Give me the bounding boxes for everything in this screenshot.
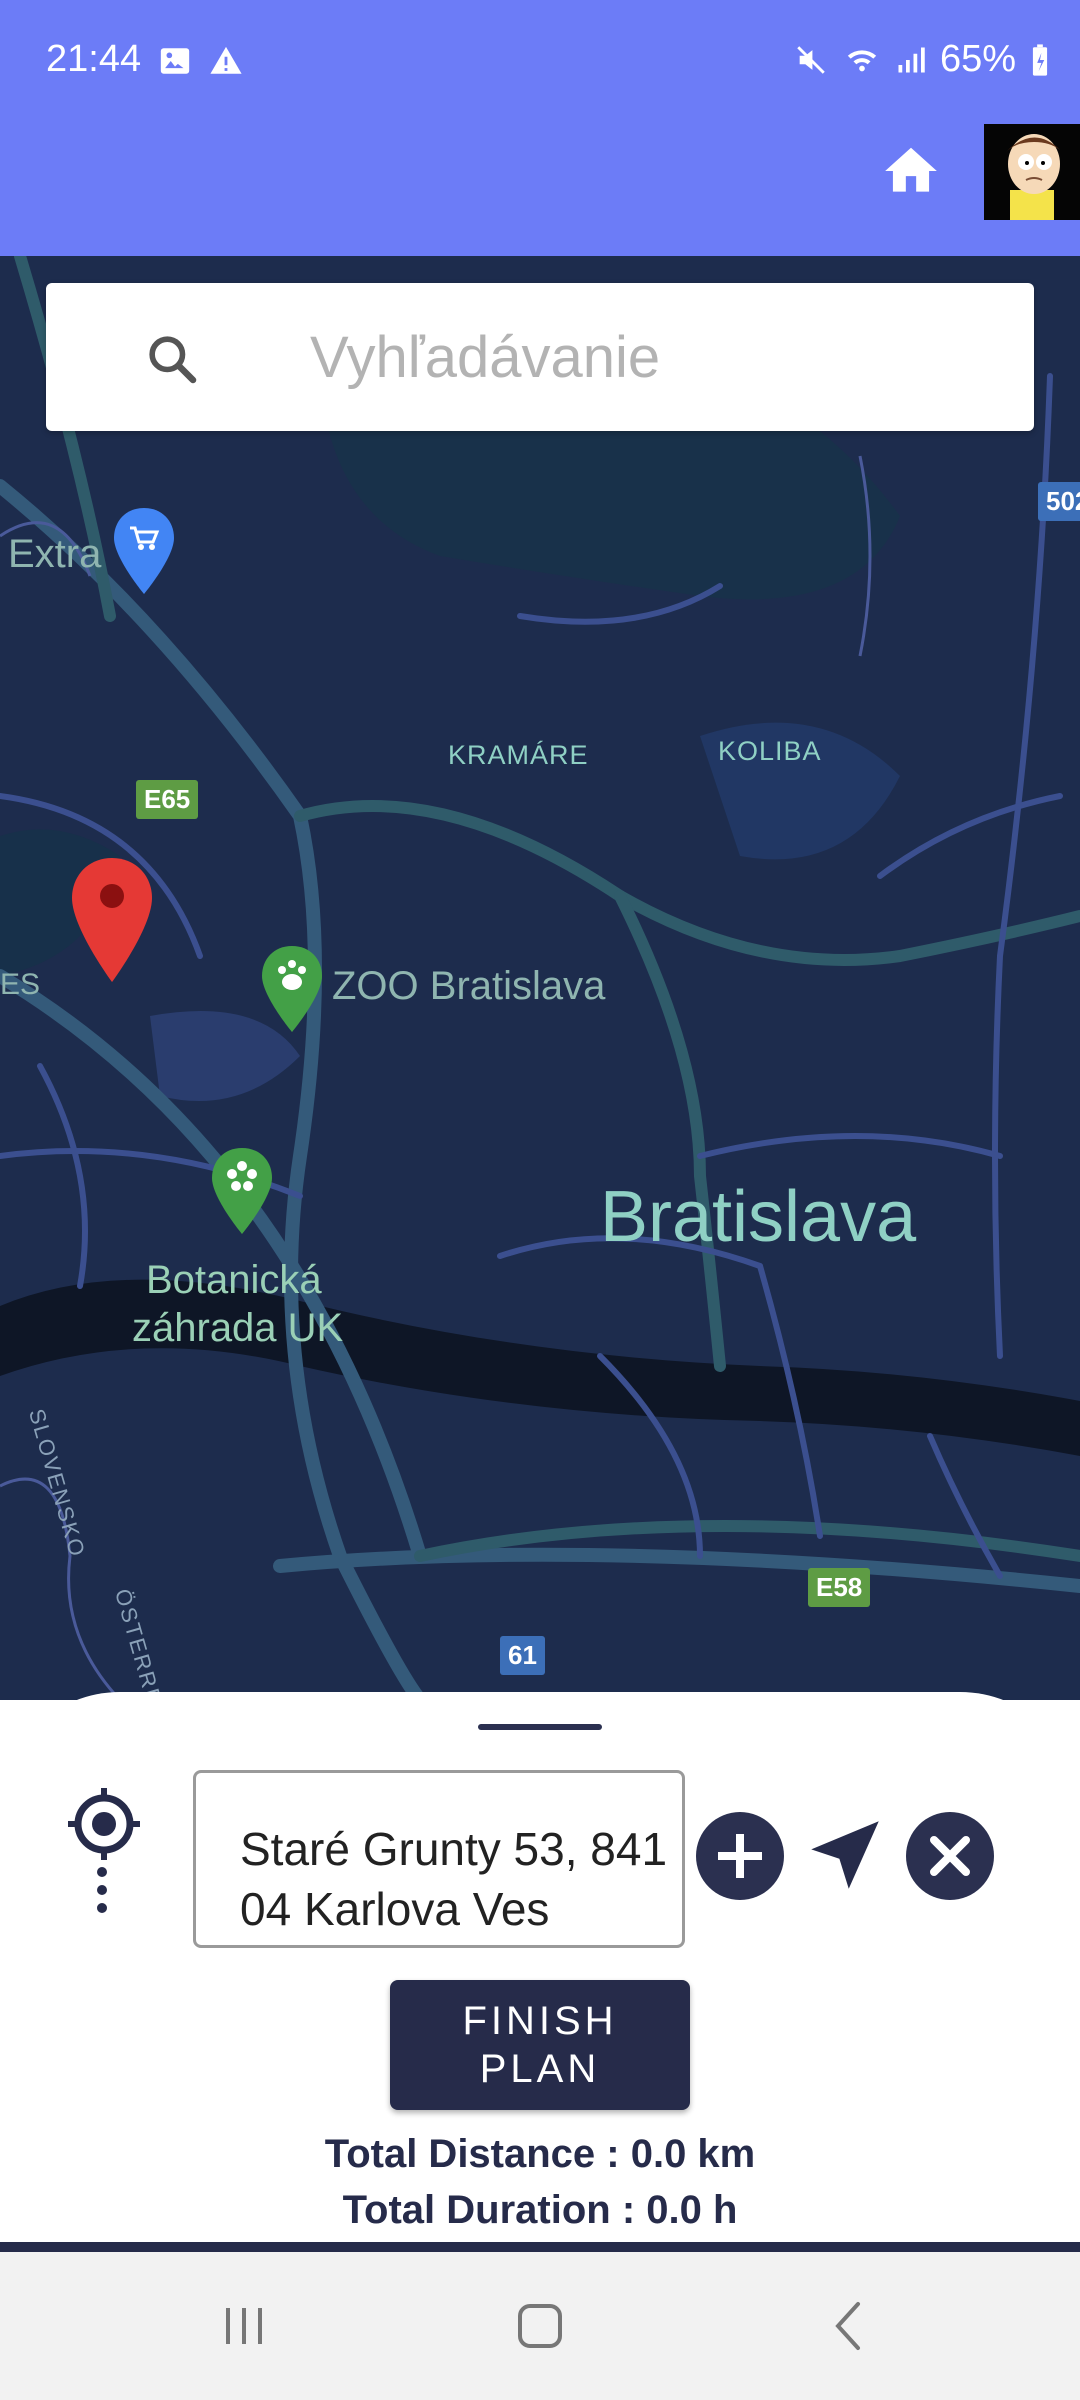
recent-apps-icon[interactable] <box>214 2296 274 2356</box>
waypoint-field[interactable]: Staré Grunty 53, 841 04 Karlova Ves <box>193 1770 685 1948</box>
search-input[interactable] <box>308 305 1008 409</box>
map-label-city: Bratislava <box>600 1177 917 1257</box>
wifi-icon <box>847 49 877 71</box>
warning-icon <box>210 46 242 74</box>
home-icon[interactable] <box>880 140 942 202</box>
signal-icon <box>898 47 925 72</box>
battery-charging-icon <box>1032 43 1048 76</box>
map-label-extra: Extra <box>8 532 102 576</box>
home-nav-icon[interactable] <box>510 2296 570 2356</box>
garden-marker-icon[interactable] <box>210 1146 274 1236</box>
app-header: 21:44 65% <box>0 0 1080 256</box>
shopping-marker-icon[interactable] <box>112 506 176 596</box>
plus-icon <box>718 1834 762 1878</box>
road-shield-e65: E65 <box>136 780 199 819</box>
mute-icon <box>797 45 825 74</box>
map-label-zoo: ZOO Bratislava <box>332 964 606 1008</box>
finish-plan-button[interactable]: FINISH PLAN <box>390 1980 690 2110</box>
add-waypoint-button[interactable] <box>696 1812 784 1900</box>
search-bar[interactable] <box>46 283 1034 431</box>
sheet-bottom-divider <box>0 2242 1080 2252</box>
status-icons-right: 65% <box>794 38 1050 81</box>
my-location-icon[interactable] <box>64 1784 144 1916</box>
navigate-arrow-icon[interactable] <box>800 1810 890 1900</box>
waypoint-field-value: Staré Grunty 53, 841 04 Karlova Ves <box>240 1823 668 1935</box>
back-icon[interactable] <box>820 2296 880 2356</box>
status-time: 21:44 <box>46 38 142 80</box>
avatar-image <box>984 124 1080 220</box>
map-label-garden-line2: záhrada UK <box>132 1306 344 1350</box>
app-root: 21:44 65% Extra KRAMÁRE KOLIBA ZOO Brati… <box>0 0 1080 2400</box>
map-label-koliba: KOLIBA <box>718 736 822 766</box>
map-label-es: ES <box>0 968 41 1001</box>
close-icon <box>930 1836 970 1876</box>
finish-plan-line1: FINISH <box>462 1999 618 2043</box>
route-bottom-sheet: Staré Grunty 53, 841 04 Karlova Ves FINI… <box>0 1692 1080 2252</box>
clear-route-button[interactable] <box>906 1812 994 1900</box>
user-avatar[interactable] <box>984 124 1080 220</box>
status-icons-left <box>158 44 244 78</box>
battery-percent: 65% <box>939 38 1016 80</box>
sheet-drag-handle[interactable] <box>478 1724 602 1730</box>
total-distance: Total Distance : 0.0 km <box>324 2132 756 2176</box>
image-icon <box>160 48 190 74</box>
road-shield-e58: E58 <box>808 1568 871 1607</box>
zoo-marker-icon[interactable] <box>260 944 324 1034</box>
map-label-garden-line1: Botanická <box>146 1258 322 1302</box>
search-icon[interactable] <box>144 331 200 387</box>
map-label-kramare: KRAMÁRE <box>448 740 589 770</box>
map-view[interactable]: Extra KRAMÁRE KOLIBA ZOO Bratislava Brat… <box>0 256 1080 1700</box>
finish-plan-line2: PLAN <box>479 2047 601 2091</box>
road-shield-61: 61 <box>500 1636 545 1675</box>
selected-location-pin-icon[interactable] <box>70 856 154 986</box>
system-navigation-bar <box>0 2252 1080 2400</box>
road-shield-502: 502 <box>1038 482 1080 521</box>
total-duration: Total Duration : 0.0 h <box>342 2188 738 2232</box>
